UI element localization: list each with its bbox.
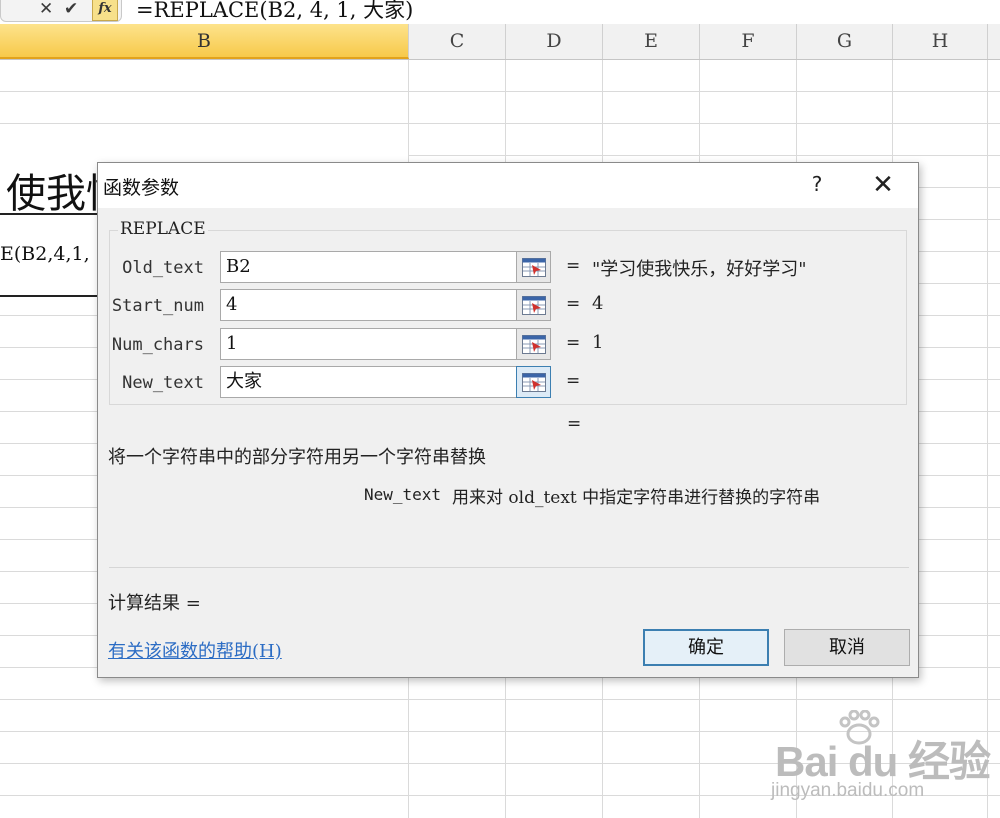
arg-equals: =	[566, 333, 581, 353]
divider	[109, 567, 909, 568]
column-header-g[interactable]: G	[797, 24, 893, 59]
cancel-entry-icon[interactable]: ✕	[39, 0, 53, 18]
old-text-input[interactable]: B2	[220, 251, 516, 283]
arg-row-new-text: New_text 大家 =	[98, 366, 918, 400]
arg-row-num-chars: Num_chars 1 = 1	[98, 328, 918, 362]
arg-result: 1	[592, 332, 604, 353]
help-question-icon[interactable]: ?	[806, 172, 828, 196]
column-header-d[interactable]: D	[506, 24, 603, 59]
formula-bar-buttons: ✕ ✔ fx	[0, 0, 122, 22]
baidu-jingyan-watermark: Bai du 经验 jingyan.baidu.com	[745, 710, 995, 810]
cancel-button[interactable]: 取消	[784, 629, 910, 666]
formula-bar: ✕ ✔ fx =REPLACE(B2, 4, 1, 大家)	[0, 0, 1000, 25]
arg-row-start-num: Start_num 4 = 4	[98, 289, 918, 323]
arg-result: 4	[592, 293, 604, 314]
close-icon[interactable]: ✕	[868, 171, 898, 199]
collapse-dialog-button[interactable]	[516, 366, 551, 398]
num-chars-input[interactable]: 1	[220, 328, 516, 360]
arg-label: Num_chars	[111, 335, 204, 355]
calculation-result: 计算结果 =	[108, 593, 201, 614]
arg-label: Old_text	[122, 258, 204, 278]
range-select-icon	[522, 296, 546, 315]
arg-row-old-text: Old_text B2 = "学习使我快乐，好好学习"	[98, 251, 918, 285]
confirm-entry-icon[interactable]: ✔	[64, 0, 78, 18]
range-select-icon	[522, 258, 546, 277]
arg-label: Start_num	[111, 296, 204, 316]
arg-result: "学习使我快乐，好好学习"	[592, 259, 807, 280]
parameter-description: 用来对 old_text 中指定字符串进行替换的字符串	[452, 488, 821, 508]
function-help-link[interactable]: 有关该函数的帮助(H)	[108, 637, 282, 663]
function-description: 将一个字符串中的部分字符用另一个字符串替换	[108, 447, 486, 468]
new-text-input[interactable]: 大家	[220, 366, 516, 398]
insert-function-button[interactable]: fx	[92, 0, 118, 21]
start-num-input[interactable]: 4	[220, 289, 516, 321]
collapse-dialog-button[interactable]	[516, 251, 551, 283]
arg-equals: =	[566, 294, 581, 314]
arg-equals: =	[566, 256, 581, 276]
column-header-c[interactable]: C	[409, 24, 506, 59]
range-select-icon	[522, 373, 546, 392]
cell-b3-text: E(B2,4,1,	[0, 243, 90, 265]
formula-input[interactable]: =REPLACE(B2, 4, 1, 大家)	[136, 0, 413, 24]
arg-equals: =	[566, 371, 581, 391]
collapse-dialog-button[interactable]	[516, 289, 551, 321]
function-name-label: REPLACE	[118, 219, 208, 239]
column-header-h[interactable]: H	[893, 24, 988, 59]
function-arguments-dialog: 函数参数 ? ✕ REPLACE Old_text B2 = "学习使我快乐，好…	[97, 162, 919, 678]
column-headers: B C D E F G H	[0, 24, 1000, 60]
range-select-icon	[522, 335, 546, 354]
ok-button[interactable]: 确定	[643, 629, 769, 666]
column-header-f[interactable]: F	[700, 24, 797, 59]
collapse-dialog-button[interactable]	[516, 328, 551, 360]
arg-label: New_text	[122, 373, 204, 393]
dialog-title: 函数参数	[103, 177, 180, 199]
column-header-b[interactable]: B	[0, 24, 409, 59]
watermark-site: jingyan.baidu.com	[771, 780, 925, 801]
parameter-name: New_text	[364, 485, 442, 504]
column-header-e[interactable]: E	[603, 24, 700, 59]
formula-result-equals: =	[567, 414, 582, 434]
dialog-titlebar[interactable]: 函数参数 ? ✕	[98, 163, 918, 208]
